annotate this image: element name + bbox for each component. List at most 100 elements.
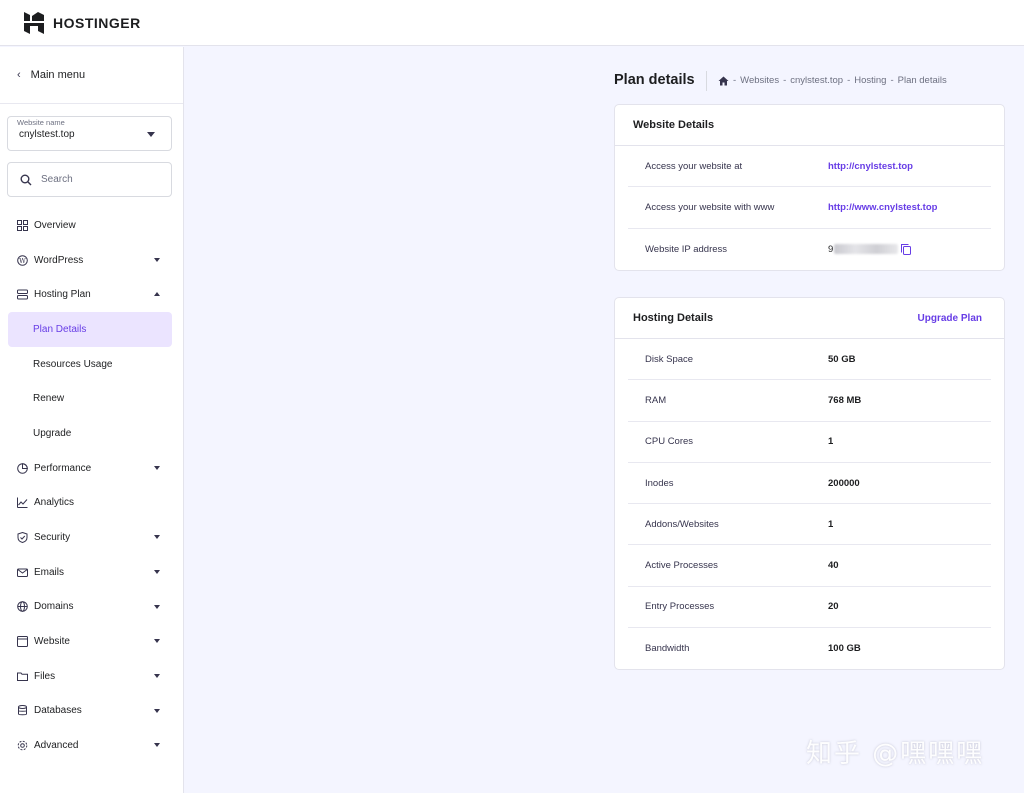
gear-icon: [16, 740, 28, 752]
detail-label: Website IP address: [645, 243, 728, 255]
chevron-down-icon: [154, 569, 160, 574]
hostinger-logo-icon: [24, 11, 44, 34]
detail-value: 768 MB: [828, 394, 862, 406]
sidebar-item-performance[interactable]: Performance: [0, 451, 184, 486]
mail-icon: [16, 566, 28, 578]
sidebar-item-label: Files: [34, 670, 56, 682]
chevron-down-icon: [154, 708, 160, 713]
detail-label: Access your website with www: [645, 201, 775, 213]
detail-row: Active Processes 40: [628, 545, 991, 587]
detail-label: Entry Processes: [645, 601, 715, 613]
breadcrumb-websites[interactable]: Websites: [740, 75, 779, 86]
sidebar-item-label: Security: [34, 532, 71, 544]
chevron-left-icon: ‹: [17, 69, 21, 81]
sidebar-item-emails[interactable]: Emails: [0, 555, 184, 590]
breadcrumb: - Websites - cnylstest.top - Hosting - P…: [718, 75, 947, 86]
detail-label: Active Processes: [645, 560, 718, 572]
page-title: Plan details: [614, 72, 695, 88]
sidebar-item-label: WordPress: [34, 254, 84, 266]
detail-value: 20: [828, 601, 839, 613]
detail-value: 40: [828, 560, 839, 572]
detail-row: Access your website at http://cnylstest.…: [628, 146, 991, 188]
sidebar-item-label: Website: [34, 636, 70, 648]
sidebar-item-renew[interactable]: Renew: [0, 381, 184, 416]
home-icon[interactable]: [718, 76, 729, 86]
detail-row: Inodes 200000: [628, 463, 991, 505]
main-menu-link[interactable]: ‹ Main menu: [0, 47, 183, 104]
upgrade-plan-button[interactable]: Upgrade Plan: [918, 313, 982, 324]
sidebar-item-analytics[interactable]: Analytics: [0, 486, 184, 521]
copy-icon[interactable]: [900, 243, 912, 255]
breadcrumb-separator: -: [733, 75, 737, 86]
detail-row: CPU Cores 1: [628, 422, 991, 463]
website-name-select[interactable]: Website name cnylstest.top: [7, 116, 172, 151]
detail-label: Access your website at: [645, 160, 743, 172]
top-bar: HOSTINGER: [0, 0, 1024, 46]
sidebar-item-plan-details[interactable]: Plan Details: [8, 312, 172, 347]
card-header: Website Details: [615, 105, 1004, 146]
chevron-down-icon: [154, 743, 160, 748]
database-icon: [16, 705, 28, 717]
brand-logo[interactable]: HOSTINGER: [24, 11, 141, 34]
detail-row: Disk Space 50 GB: [628, 339, 991, 381]
ip-address-redacted: [834, 243, 898, 254]
detail-row: RAM 768 MB: [628, 380, 991, 422]
sidebar-item-overview[interactable]: Overview: [0, 208, 184, 243]
sidebar-item-website[interactable]: Website: [0, 624, 184, 659]
sidebar-item-label: Emails: [34, 566, 65, 578]
website-url-link[interactable]: http://cnylstest.top: [828, 161, 913, 172]
website-name-label: Website name: [17, 118, 65, 127]
breadcrumb-hosting[interactable]: Hosting: [854, 75, 886, 86]
sidebar-item-domains[interactable]: Domains: [0, 590, 184, 625]
wordpress-icon: W: [16, 254, 28, 266]
card-header: Hosting Details Upgrade Plan: [615, 298, 1004, 339]
chevron-down-icon: [154, 604, 160, 609]
card-title: Hosting Details: [633, 312, 714, 324]
caret-down-icon: [147, 132, 155, 137]
detail-value: 1: [828, 436, 834, 448]
website-details-card: Website Details Access your website at h…: [614, 104, 1005, 271]
sidebar-item-security[interactable]: Security: [0, 520, 184, 555]
sidebar-nav: Overview W WordPress Hosting Plan Plan D…: [0, 208, 184, 763]
sidebar-item-databases[interactable]: Databases: [0, 694, 184, 729]
watermark: 知乎 @嘿嘿嘿: [806, 739, 985, 769]
brand-name: HOSTINGER: [53, 14, 141, 31]
chevron-up-icon: [154, 292, 160, 297]
chevron-down-icon: [154, 639, 160, 644]
sidebar-item-label: Resources Usage: [33, 358, 113, 370]
breadcrumb-separator: -: [783, 75, 787, 86]
sidebar-item-upgrade[interactable]: Upgrade: [0, 416, 184, 451]
search-icon: [20, 174, 32, 185]
chart-line-icon: [16, 497, 28, 509]
detail-value: 50 GB: [828, 353, 856, 365]
sidebar-item-label: Databases: [34, 705, 82, 717]
search-input[interactable]: Search: [7, 162, 172, 197]
detail-value: 200000: [828, 477, 860, 489]
breadcrumb-domain[interactable]: cnylstest.top: [790, 75, 843, 86]
detail-label: Disk Space: [645, 353, 694, 365]
sidebar-item-label: Advanced: [34, 740, 79, 752]
sidebar-item-label: Upgrade: [33, 427, 72, 439]
card-title: Website Details: [633, 119, 715, 131]
detail-label: Addons/Websites: [645, 518, 719, 530]
detail-row: Addons/Websites 1: [628, 504, 991, 546]
detail-row: Entry Processes 20: [628, 587, 991, 629]
detail-row: Access your website with www http://www.…: [628, 187, 991, 229]
main-menu-label: Main menu: [30, 69, 86, 81]
sidebar-item-resources-usage[interactable]: Resources Usage: [0, 347, 184, 382]
detail-label: RAM: [645, 394, 667, 406]
sidebar-item-wordpress[interactable]: W WordPress: [0, 243, 184, 278]
website-www-url-link[interactable]: http://www.cnylstest.top: [828, 202, 937, 213]
detail-row: Website IP address 9: [628, 229, 991, 270]
detail-label: Bandwidth: [645, 643, 690, 655]
server-icon: [16, 289, 28, 301]
sidebar-item-label: Analytics: [34, 497, 75, 509]
breadcrumb-separator: -: [847, 75, 851, 86]
grid-icon: [16, 219, 28, 231]
chevron-down-icon: [154, 673, 160, 678]
sidebar-item-hosting-plan[interactable]: Hosting Plan: [0, 277, 184, 312]
sidebar-item-files[interactable]: Files: [0, 659, 184, 694]
hosting-details-card: Hosting Details Upgrade Plan Disk Space 5…: [614, 297, 1005, 671]
folder-icon: [16, 670, 28, 682]
sidebar-item-advanced[interactable]: Advanced: [0, 728, 184, 763]
